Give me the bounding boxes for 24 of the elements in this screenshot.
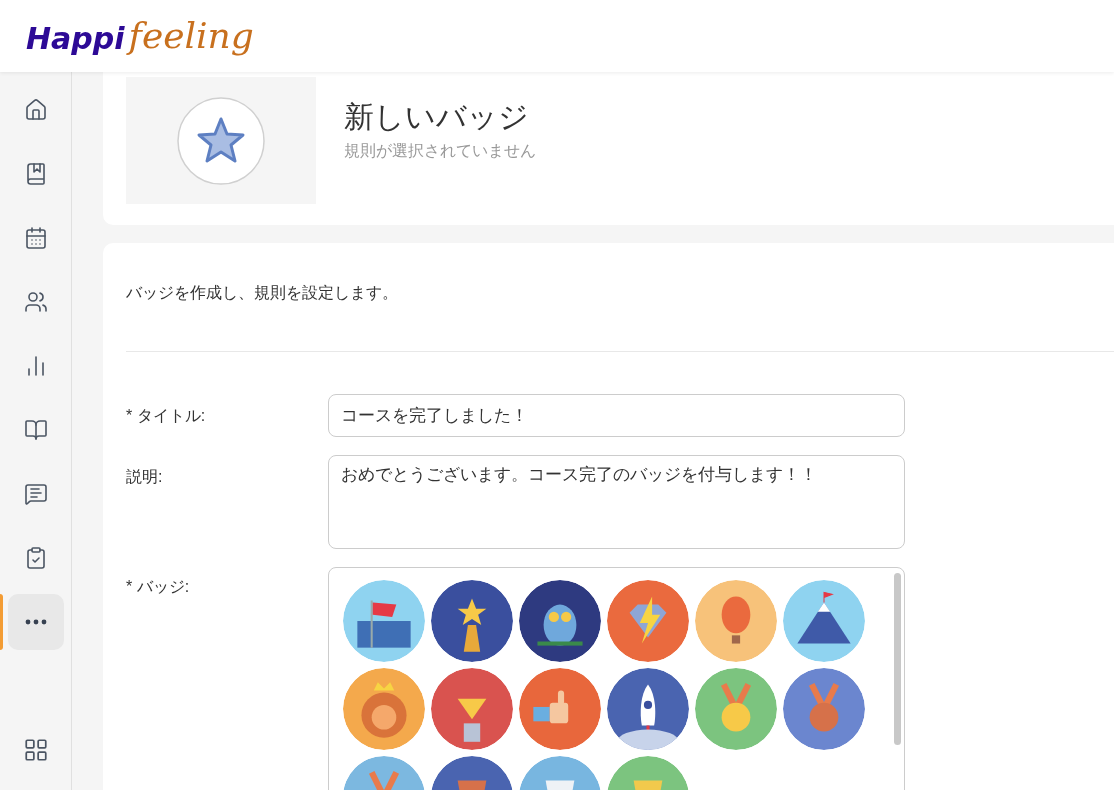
active-indicator: [0, 594, 3, 650]
badge-option[interactable]: [343, 580, 425, 662]
field-label: 説明:: [126, 467, 164, 487]
apps-icon: [22, 737, 49, 763]
badge-option[interactable]: [607, 668, 689, 750]
title-field[interactable]: コースを完了しました！: [328, 394, 905, 437]
badge-title: 新しいバッジ: [344, 99, 530, 135]
users-icon: [23, 290, 48, 314]
field-label: * バッジ:: [126, 577, 191, 597]
logo-text: Happi: [26, 24, 125, 54]
more-icon: [24, 619, 47, 625]
home-icon: [23, 98, 48, 122]
scrollbar-thumb[interactable]: [894, 573, 901, 745]
info-book-icon: [23, 418, 48, 442]
question-bubble-icon: [23, 482, 48, 506]
badge-option[interactable]: [431, 580, 513, 662]
calendar-icon: [23, 226, 48, 250]
logo-text: feeling: [128, 18, 254, 54]
description-field[interactable]: おめでとうございます。コース完了のバッジを付与します！！: [328, 455, 905, 549]
badge-option[interactable]: [519, 580, 601, 662]
badge-subtitle: 規則が選択されていません: [344, 141, 536, 161]
intro-text: バッジを作成し、規則を設定します。: [126, 283, 399, 303]
field-label: * タイトル:: [126, 406, 207, 426]
badge-option[interactable]: [783, 580, 865, 662]
